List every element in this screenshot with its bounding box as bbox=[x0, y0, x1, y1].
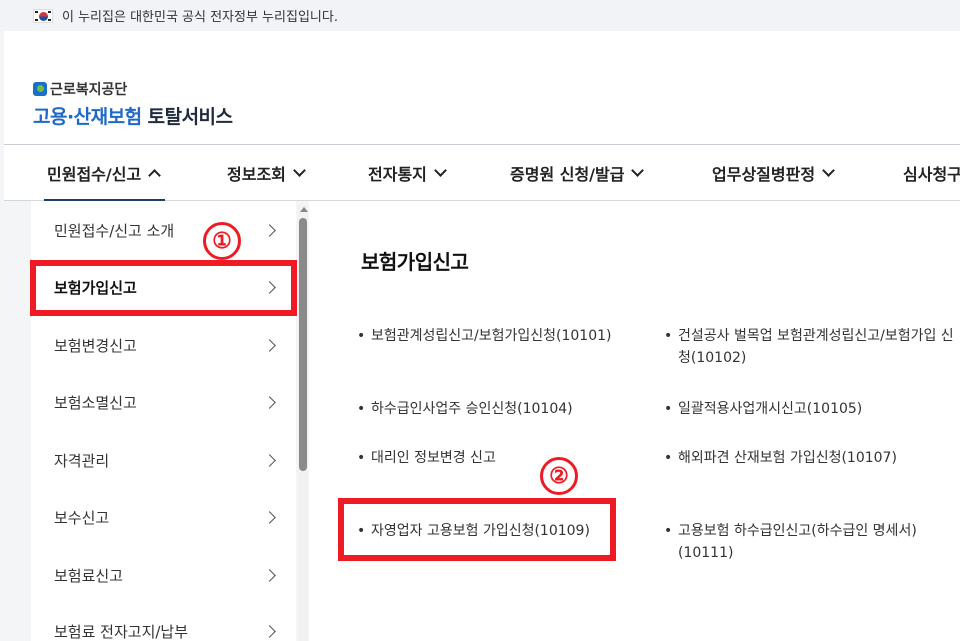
submenu-item-label: 보험소멸신고 bbox=[54, 394, 137, 412]
submenu-scroll-thumb[interactable] bbox=[299, 218, 307, 471]
main-content: 보험가입신고 보험관계성립신고/보험가입신청(10101) 건설공사 벌목업 보… bbox=[310, 201, 960, 641]
submenu-item-label: 자격관리 bbox=[54, 452, 110, 470]
submenu-item-premium-report[interactable]: 보험료신고 bbox=[31, 547, 296, 604]
gnb-item-label: 민원접수/신고 bbox=[47, 165, 142, 184]
gov-banner: 이 누리집은 대한민국 공식 전자정부 누리집입니다. bbox=[0, 0, 960, 31]
gnb-item-civil-petition[interactable]: 민원접수/신고 bbox=[43, 145, 166, 202]
chevron-right-icon bbox=[263, 511, 276, 524]
link-agent-info-change[interactable]: 대리인 정보변경 신고 bbox=[357, 447, 647, 469]
submenu-item-label: 보험료 전자고지/납부 bbox=[54, 623, 189, 641]
gnb-item-info-inquiry[interactable]: 정보조회 bbox=[227, 145, 306, 201]
logo-service-name: 고용·산재보험 bbox=[33, 106, 142, 128]
chevron-down-icon bbox=[631, 163, 645, 177]
global-nav: 민원접수/신고 정보조회 전자통지 증명원 신청/발급 업무상질병판정 심사청구 bbox=[4, 144, 960, 202]
link-10104[interactable]: 하수급인사업주 승인신청(10104) bbox=[357, 398, 647, 420]
submenu-item-qualification[interactable]: 자격관리 bbox=[31, 432, 296, 489]
gnb-item-label: 정보조회 bbox=[227, 165, 286, 184]
chevron-down-icon bbox=[293, 163, 306, 177]
submenu-item-label: 민원접수/신고 소개 bbox=[54, 222, 175, 240]
link-10111[interactable]: 고용보험 하수급인신고(하수급인 명세서)(10111) bbox=[664, 520, 954, 564]
chevron-right-icon bbox=[263, 625, 276, 638]
link-10102[interactable]: 건설공사 벌목업 보험관계성립신고/보험가입 신청(10102) bbox=[664, 325, 954, 369]
submenu-item-label: 보험변경신고 bbox=[54, 337, 137, 355]
link-10107[interactable]: 해외파견 산재보험 가입신청(10107) bbox=[664, 447, 954, 469]
site-logo[interactable]: 근로복지공단 고용·산재보험 토탈서비스 bbox=[33, 79, 233, 129]
korea-flag-icon bbox=[33, 8, 53, 23]
chevron-down-icon bbox=[822, 163, 835, 177]
chevron-right-icon bbox=[263, 454, 276, 467]
submenu-item-label: 보수신고 bbox=[54, 509, 110, 527]
link-10105[interactable]: 일괄적용사업개시신고(10105) bbox=[664, 398, 954, 420]
site-header: 근로복지공단 고용·산재보험 토탈서비스 bbox=[4, 31, 960, 144]
submenu-item-insurance-termination[interactable]: 보험소멸신고 bbox=[31, 374, 296, 431]
chevron-right-icon bbox=[263, 396, 276, 409]
step-1-badge: ① bbox=[203, 222, 241, 260]
gnb-item-disease-judgment[interactable]: 업무상질병판정 bbox=[712, 145, 835, 201]
gnb-item-review-request[interactable]: 심사청구 bbox=[903, 145, 960, 201]
gnb-item-label: 증명원 신청/발급 bbox=[510, 165, 625, 184]
gnb-item-e-notice[interactable]: 전자통지 bbox=[368, 145, 447, 201]
logo-service-suffix: 토탈서비스 bbox=[147, 106, 233, 128]
gnb-item-label: 업무상질병판정 bbox=[712, 165, 816, 184]
chevron-right-icon bbox=[263, 569, 276, 582]
chevron-right-icon bbox=[263, 339, 276, 352]
step-2-badge: ② bbox=[540, 457, 578, 495]
submenu-item-e-billing[interactable]: 보험료 전자고지/납부 bbox=[31, 603, 296, 641]
submenu-item-intro[interactable]: 민원접수/신고 소개 bbox=[31, 202, 296, 259]
highlight-box-10109 bbox=[338, 498, 616, 561]
comwel-logo-icon bbox=[33, 82, 47, 96]
gov-banner-text: 이 누리집은 대한민국 공식 전자정부 누리집입니다. bbox=[62, 10, 338, 25]
gnb-item-certificate[interactable]: 증명원 신청/발급 bbox=[510, 145, 645, 201]
submenu-item-insurance-change[interactable]: 보험변경신고 bbox=[31, 317, 296, 374]
gnb-item-label: 심사청구 bbox=[903, 165, 960, 184]
scroll-up-arrow-icon[interactable] bbox=[300, 207, 308, 212]
chevron-right-icon bbox=[263, 224, 276, 237]
link-10101[interactable]: 보험관계성립신고/보험가입신청(10101) bbox=[357, 325, 647, 347]
chevron-up-icon bbox=[148, 168, 162, 182]
page-title: 보험가입신고 bbox=[361, 250, 469, 274]
highlight-box-insurance-enrollment bbox=[30, 260, 297, 316]
submenu-item-wage-report[interactable]: 보수신고 bbox=[31, 489, 296, 546]
gnb-item-label: 전자통지 bbox=[368, 165, 427, 184]
submenu-item-label: 보험료신고 bbox=[54, 567, 124, 585]
logo-org: 근로복지공단 bbox=[50, 82, 128, 98]
chevron-down-icon bbox=[434, 163, 447, 177]
